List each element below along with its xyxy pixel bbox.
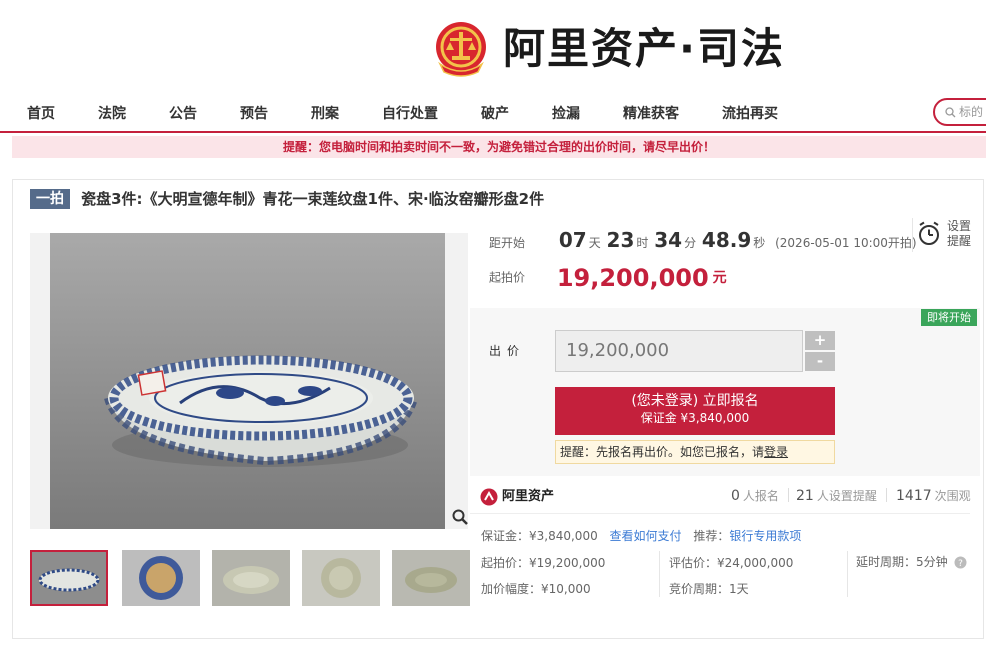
views-count: 1417 [896, 488, 932, 504]
countdown-minutes: 34 [654, 228, 683, 252]
how-to-pay-link[interactable]: 查看如何支付 [610, 529, 682, 543]
signups-stat: 0 人报名 [731, 487, 779, 504]
nav-item-preview[interactable]: 预告 [240, 103, 268, 123]
signup-button-label: (您未登录) 立即报名 [631, 393, 759, 409]
views-label: 次围观 [934, 489, 971, 503]
thumbnail-1[interactable] [30, 550, 108, 606]
nav-item-announcement[interactable]: 公告 [169, 103, 197, 123]
detail-extension: 延时周期：5分钟 ? [856, 553, 967, 570]
start-price-unit: 元 [712, 269, 727, 286]
help-icon[interactable]: ? [954, 556, 967, 569]
deposit-value: 保证金：¥3,840,000 [481, 529, 598, 543]
signup-tip: 提醒：先报名再出价。如您已报名，请登录 [555, 440, 835, 464]
nav-item-bankruptcy[interactable]: 破产 [481, 103, 509, 123]
alarm-clock-icon [919, 221, 939, 245]
nav-item-court[interactable]: 法院 [98, 103, 126, 123]
login-link[interactable]: 登录 [764, 445, 788, 459]
court-emblem-icon [436, 22, 486, 77]
nav-item-self-disposal[interactable]: 自行处置 [382, 103, 438, 123]
stats-row: 阿里资产 0 人报名 21 人设置提醒 1417 次围观 [470, 478, 971, 514]
signup-tip-text: 提醒：先报名再出价。如您已报名，请 [560, 445, 765, 459]
start-price-row: 起拍价 19,200,000 元 [489, 264, 727, 292]
detail-bid-cycle: 竞价周期：1天 [669, 582, 749, 596]
blue-white-plate-image [50, 233, 445, 529]
signup-deposit-label: 保证金 ¥3,840,000 [640, 411, 750, 425]
stat-divider [886, 488, 887, 502]
set-reminder-label: 设置提醒 [947, 219, 972, 248]
thumbnail-4[interactable] [302, 550, 380, 606]
main-nav: 首页 法院 公告 预告 刑案 自行处置 破产 捡漏 精准获客 流拍再买 标的 [0, 95, 986, 133]
nav-item-home[interactable]: 首页 [27, 103, 55, 123]
countdown-seconds-unit: 秒 [753, 236, 766, 250]
increase-bid-button[interactable]: + [805, 331, 835, 350]
svg-text:?: ? [959, 559, 964, 569]
status-badge: 即将开始 [921, 309, 977, 326]
bid-label: 出价 [489, 344, 526, 358]
start-price-value: 19,200,000 [556, 264, 709, 292]
countdown-hours-unit: 时 [636, 236, 649, 250]
countdown-seconds: 48.9 [701, 228, 752, 252]
detail-extension-text: 延时周期：5分钟 [856, 555, 948, 569]
countdown-minutes-unit: 分 [684, 236, 697, 250]
reminders-stat: 21 人设置提醒 [796, 487, 877, 504]
detail-divider [847, 551, 848, 597]
start-price-label: 起拍价 [489, 270, 526, 285]
deposit-row: 保证金：¥3,840,000 查看如何支付 推荐：银行专用款项 [481, 527, 801, 544]
detail-start-price: 起拍价：¥19,200,000 [481, 556, 606, 570]
search-placeholder: 标的 [959, 105, 984, 119]
signups-label: 人报名 [742, 489, 779, 503]
thumbnail-2[interactable] [122, 550, 200, 606]
lot-title-row: 一拍 瓷盘3件:《大明宣德年制》青花一束莲纹盘1件、宋·临汝窑瓣形盘2件 [30, 188, 544, 210]
countdown-label: 距开始 [489, 236, 526, 250]
ali-assets-brand: 阿里资产 [502, 489, 555, 504]
auction-round-badge: 一拍 [30, 188, 70, 209]
thumbnail-5[interactable] [392, 550, 470, 606]
thumbnail-3[interactable] [212, 550, 290, 606]
zoom-icon[interactable] [451, 508, 469, 526]
views-stat: 1417 次围观 [896, 487, 971, 504]
lot-title: 瓷盘3件:《大明宣德年制》青花一束莲纹盘1件、宋·临汝窑瓣形盘2件 [81, 190, 545, 208]
time-warning-bar: 提醒：您电脑时间和拍卖时间不一致，为避免错过合理的出价时间，请尽早出价！ [12, 136, 986, 158]
recommend-label: 推荐： [693, 529, 730, 543]
nav-item-precise-customers[interactable]: 精准获客 [623, 103, 679, 123]
countdown-hours: 23 [606, 228, 635, 252]
bid-amount-input[interactable]: 19,200,000 [555, 330, 803, 372]
countdown-days: 07 [558, 228, 587, 252]
ali-assets-logo: 阿里资产 [480, 485, 554, 506]
nav-item-criminal[interactable]: 刑案 [311, 103, 339, 123]
signups-count: 0 [731, 488, 740, 504]
search-input[interactable]: 标的 [933, 98, 986, 126]
search-icon [945, 107, 956, 118]
nav-item-rebuy[interactable]: 流拍再买 [722, 103, 778, 123]
logo-text[interactable]: 阿里资产·司法 [503, 22, 785, 76]
main-lot-image[interactable] [30, 233, 468, 529]
bank-account-link[interactable]: 银行专用款项 [729, 529, 801, 543]
decrease-bid-button[interactable]: - [805, 352, 835, 371]
signup-button[interactable]: (您未登录) 立即报名 保证金 ¥3,840,000 [555, 387, 835, 435]
detail-increment: 加价幅度：¥10,000 [481, 582, 591, 596]
set-reminder-button[interactable]: 设置提醒 [912, 218, 974, 252]
countdown-start-time: (2026-05-01 10:00开拍) [775, 236, 917, 250]
detail-divider [659, 551, 660, 597]
stat-divider [788, 488, 789, 502]
header: 阿里资产·司法 [0, 0, 986, 95]
reminders-count: 21 [796, 488, 814, 504]
nav-item-bargain[interactable]: 捡漏 [552, 103, 580, 123]
detail-appraisal: 评估价：¥24,000,000 [669, 556, 794, 570]
countdown-days-unit: 天 [588, 236, 601, 250]
ali-assets-icon [480, 488, 498, 505]
reminders-label: 人设置提醒 [816, 489, 877, 503]
countdown: 距开始 07 天 23 时 34 分 48.9 秒 (2026-05-01 10:00开… [489, 228, 917, 252]
